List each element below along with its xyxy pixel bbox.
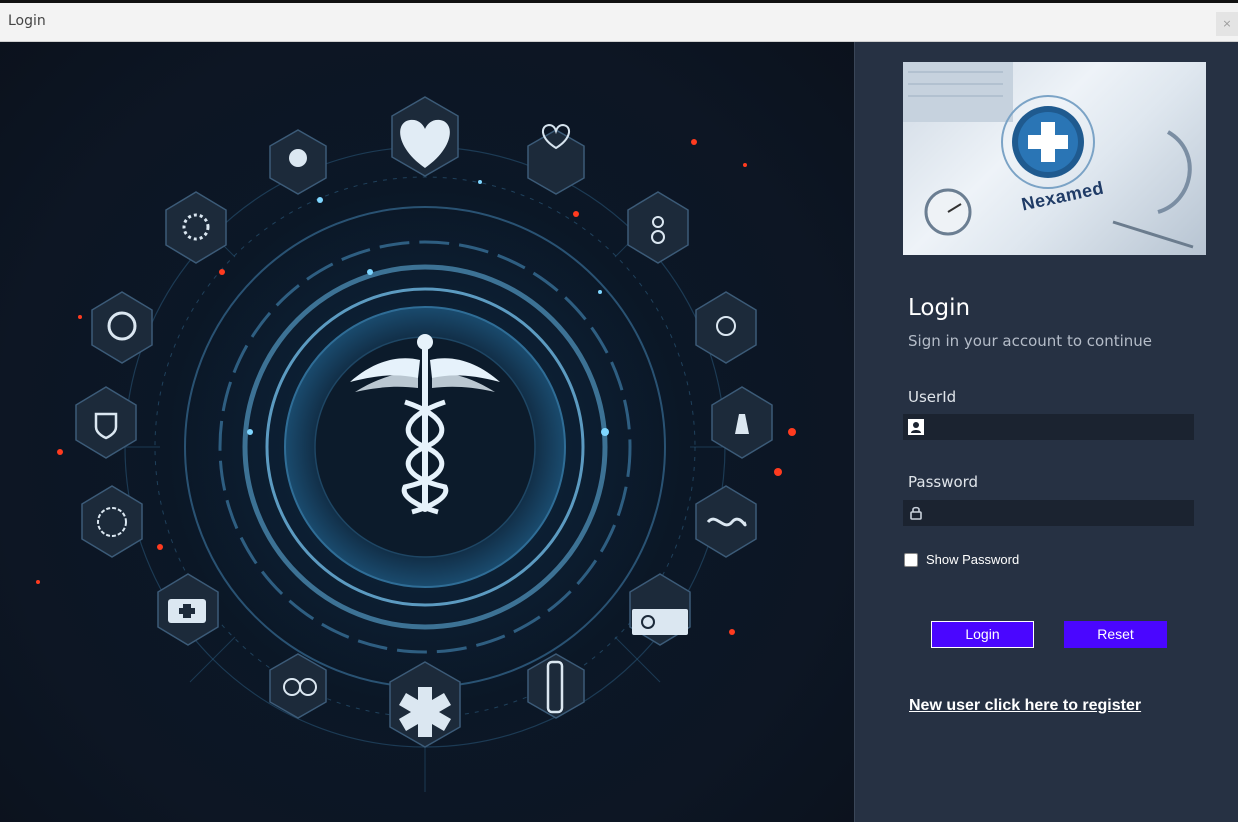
show-password-checkbox[interactable]	[904, 553, 918, 567]
lock-icon	[910, 506, 922, 520]
userid-label: UserId	[908, 388, 957, 406]
window-title: Login	[8, 13, 46, 29]
form-subheading: Sign in your account to continue	[908, 332, 1152, 350]
reset-button[interactable]: Reset	[1064, 621, 1167, 648]
password-input[interactable]	[929, 500, 1191, 526]
hero-artwork	[36, 96, 796, 792]
banner-artwork	[903, 62, 1194, 249]
password-label: Password	[908, 473, 979, 491]
register-link[interactable]: New user click here to register	[909, 697, 1141, 715]
password-field-container	[903, 500, 1194, 526]
form-heading: Login	[908, 295, 971, 321]
show-password-label[interactable]: Show Password	[926, 552, 1019, 567]
close-icon[interactable]: ×	[1216, 12, 1238, 36]
userid-field-container	[903, 414, 1194, 440]
hero-image	[0, 42, 854, 822]
window-titlebar: Login ×	[0, 0, 1238, 42]
login-button[interactable]: Login	[931, 621, 1034, 648]
userid-input[interactable]	[929, 414, 1191, 440]
user-icon	[908, 419, 924, 435]
login-panel: Nexamed Login Sign in your account to co…	[854, 42, 1238, 822]
brand-banner: Nexamed	[903, 62, 1206, 255]
